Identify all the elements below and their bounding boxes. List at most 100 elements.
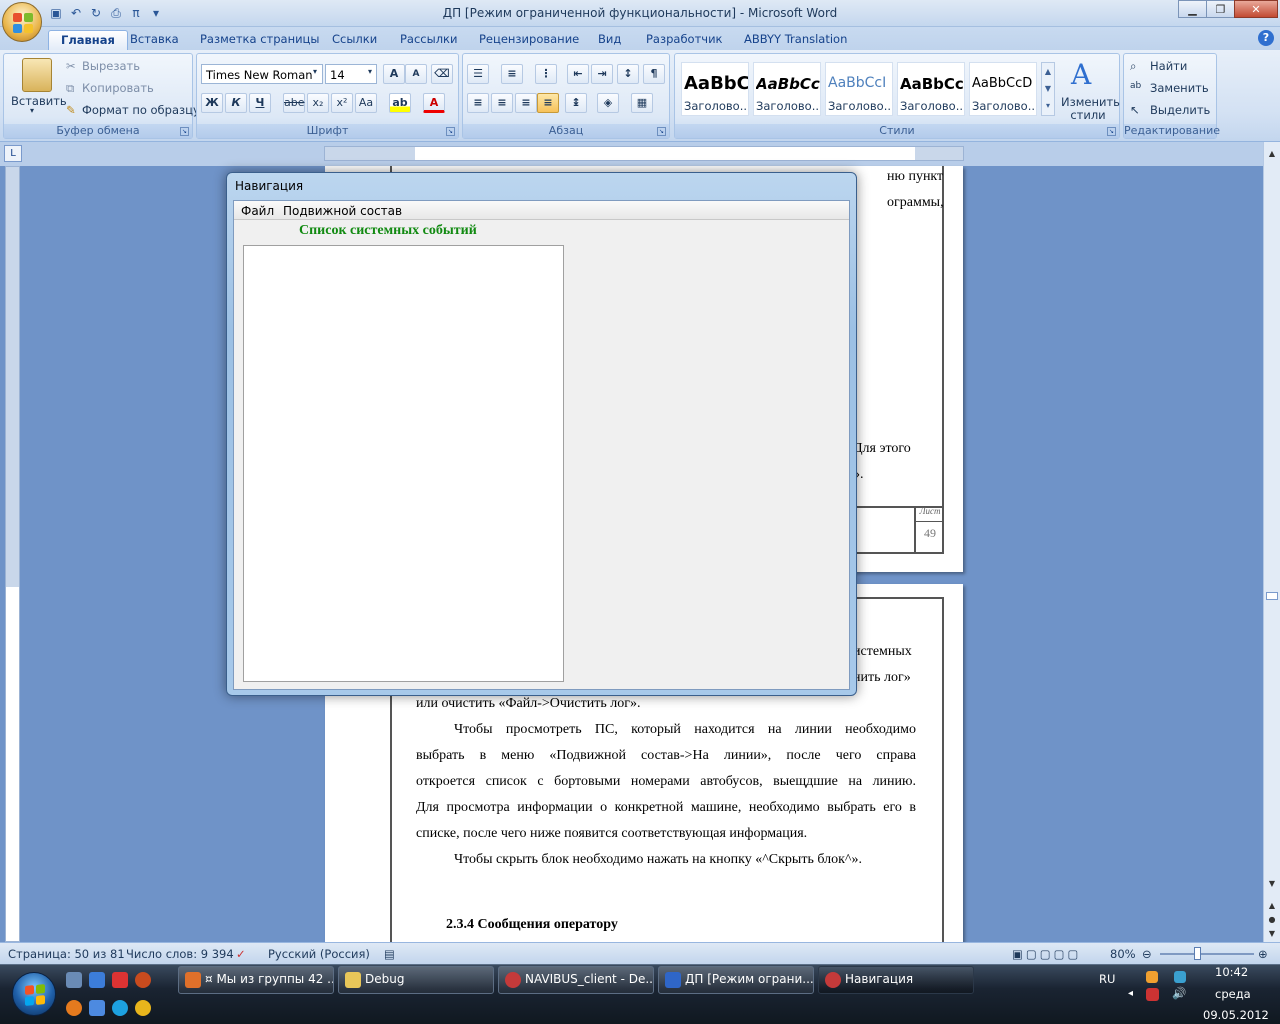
font-size-dropdown-icon[interactable]: ▾ <box>368 67 372 76</box>
superscript-button[interactable]: x² <box>331 93 353 113</box>
vertical-ruler[interactable] <box>5 166 20 942</box>
customize-icon[interactable]: ▾ <box>148 5 164 21</box>
skype-icon[interactable] <box>112 1000 128 1016</box>
style-item-2[interactable]: AaBbCc Заголово... <box>753 62 821 116</box>
change-case-button[interactable]: Aa <box>355 93 377 113</box>
taskbar-button-navigation[interactable]: Навигация <box>818 966 974 994</box>
zoom-slider-thumb[interactable] <box>1194 947 1201 960</box>
align-right-icon[interactable]: ≡ <box>515 93 537 113</box>
multilevel-list-icon[interactable]: ⋮ <box>535 64 557 84</box>
shading-icon[interactable]: ◈ <box>597 93 619 113</box>
tab-review[interactable]: Рецензирование <box>467 30 591 50</box>
grow-font-button[interactable]: A <box>383 64 405 84</box>
clock-time[interactable]: 10:42 <box>1215 965 1248 979</box>
styles-scroll-icon[interactable]: ▲ ▼ ▾ <box>1041 62 1055 116</box>
pi-icon[interactable]: π <box>128 5 144 21</box>
tab-abbyy[interactable]: ABBYY Translation <box>732 30 859 50</box>
taskbar-button-firefox[interactable]: ¤ Мы из группы 42 ... <box>178 966 334 994</box>
firefox-icon[interactable] <box>66 1000 82 1016</box>
next-page-icon[interactable]: ▼ <box>1265 926 1279 941</box>
font-color-icon[interactable]: A <box>423 93 445 113</box>
book-icon[interactable] <box>112 972 128 988</box>
zoom-slider[interactable] <box>1160 953 1254 955</box>
bold-button[interactable]: Ж <box>201 93 223 113</box>
office-button[interactable] <box>2 2 42 42</box>
style-item-1[interactable]: AaBbC Заголово... <box>681 62 749 116</box>
volume-icon[interactable]: 🔊 <box>1172 986 1186 1000</box>
word-count-status[interactable]: Число слов: 9 394 <box>126 947 234 961</box>
clock-day[interactable]: среда <box>1215 987 1251 1001</box>
font-launcher-icon[interactable]: ↘ <box>446 127 455 136</box>
italic-button[interactable]: К <box>225 93 247 113</box>
styles-launcher-icon[interactable]: ↘ <box>1107 127 1116 136</box>
maximize-button[interactable]: ❐ <box>1206 0 1235 18</box>
taskbar-button-debug[interactable]: Debug <box>338 966 494 994</box>
tab-stop-selector-icon[interactable]: L <box>4 145 22 162</box>
zoom-in-icon[interactable]: ⊕ <box>1258 947 1268 961</box>
input-language[interactable]: RU <box>1099 972 1115 986</box>
print-icon[interactable]: ⎙ <box>108 5 124 21</box>
clipboard-launcher-icon[interactable]: ↘ <box>180 127 189 136</box>
line-spacing-icon[interactable]: ↨ <box>565 93 587 113</box>
underline-button[interactable]: Ч <box>249 93 271 113</box>
view-buttons-icon[interactable]: ▣▢▢▢▢ <box>1012 947 1081 961</box>
highlight-icon[interactable]: ab <box>389 93 411 113</box>
tab-page-layout[interactable]: Разметка страницы <box>188 30 331 50</box>
sort-icon[interactable]: ↕ <box>617 64 639 84</box>
paste-icon[interactable] <box>22 58 52 92</box>
email-icon[interactable] <box>89 1000 105 1016</box>
tray-flag-icon[interactable] <box>1146 988 1159 1001</box>
app-launcher-icon[interactable] <box>135 972 151 988</box>
scroll-down-icon[interactable]: ▼ <box>1265 876 1279 891</box>
font-name-dropdown-icon[interactable]: ▾ <box>313 67 317 76</box>
events-list[interactable] <box>243 245 564 682</box>
replace-button[interactable]: Заменить <box>1150 81 1209 95</box>
paragraph-launcher-icon[interactable]: ↘ <box>657 127 666 136</box>
help-icon[interactable]: ? <box>1258 30 1274 46</box>
prev-page-icon[interactable]: ▲ <box>1265 898 1279 913</box>
undo-icon[interactable]: ↶ <box>68 5 84 21</box>
tab-developer[interactable]: Разработчик <box>634 30 735 50</box>
tray-expand-icon[interactable]: ◂ <box>1128 988 1133 999</box>
close-button[interactable]: ✕ <box>1234 0 1278 18</box>
show-marks-button[interactable]: ¶ <box>643 64 665 84</box>
menu-file[interactable]: Файл <box>241 204 274 218</box>
style-item-4[interactable]: AaBbCc Заголово... <box>897 62 965 116</box>
browse-object-icon[interactable]: ● <box>1265 912 1279 927</box>
taskbar-button-navibus[interactable]: NAVIBUS_client - De... <box>498 966 654 994</box>
zoom-out-icon[interactable]: ⊖ <box>1142 947 1152 961</box>
minimize-button[interactable]: ▁ <box>1178 0 1207 18</box>
computer-icon[interactable] <box>89 972 105 988</box>
cut-button[interactable]: Вырезать <box>82 59 140 73</box>
tab-mailings[interactable]: Рассылки <box>388 30 469 50</box>
start-button[interactable] <box>12 972 56 1016</box>
tab-references[interactable]: Ссылки <box>320 30 389 50</box>
paste-dropdown-icon[interactable]: ▾ <box>30 106 34 115</box>
page-count-status[interactable]: Страница: 50 из 81 <box>8 947 125 961</box>
align-left-icon[interactable]: ≡ <box>467 93 489 113</box>
show-desktop-icon[interactable] <box>66 972 82 988</box>
tray-notify-icon[interactable] <box>1146 971 1158 983</box>
tray-network-icon[interactable] <box>1174 971 1186 983</box>
style-item-3[interactable]: AaBbCcI Заголово... <box>825 62 893 116</box>
decrease-indent-icon[interactable]: ⇤ <box>567 64 589 84</box>
select-button[interactable]: Выделить <box>1150 103 1210 117</box>
taskbar-button-word[interactable]: ДП [Режим ограни... <box>658 966 814 994</box>
tab-view[interactable]: Вид <box>586 30 633 50</box>
format-painter-button[interactable]: Формат по образцу <box>82 103 200 117</box>
numbering-icon[interactable]: ≡ <box>501 64 523 84</box>
change-styles-button[interactable]: Изменить стили <box>1061 96 1120 122</box>
tab-home[interactable]: Главная <box>48 30 128 50</box>
macro-record-icon[interactable]: ▤ <box>384 947 395 961</box>
paste-button[interactable]: Вставить <box>11 94 67 108</box>
clear-format-icon[interactable]: ⌫ <box>431 64 453 84</box>
style-item-5[interactable]: AaBbCcD Заголово... <box>969 62 1037 116</box>
strikethrough-button[interactable]: abe <box>283 93 305 113</box>
proofing-icon[interactable]: ✓ <box>236 947 246 961</box>
menu-rolling-stock[interactable]: Подвижной состав <box>283 204 402 218</box>
language-status[interactable]: Русский (Россия) <box>268 947 370 961</box>
scroll-thumb[interactable] <box>1266 592 1278 600</box>
zoom-level[interactable]: 80% <box>1110 947 1136 961</box>
copy-button[interactable]: Копировать <box>82 81 154 95</box>
tab-insert[interactable]: Вставка <box>118 30 191 50</box>
